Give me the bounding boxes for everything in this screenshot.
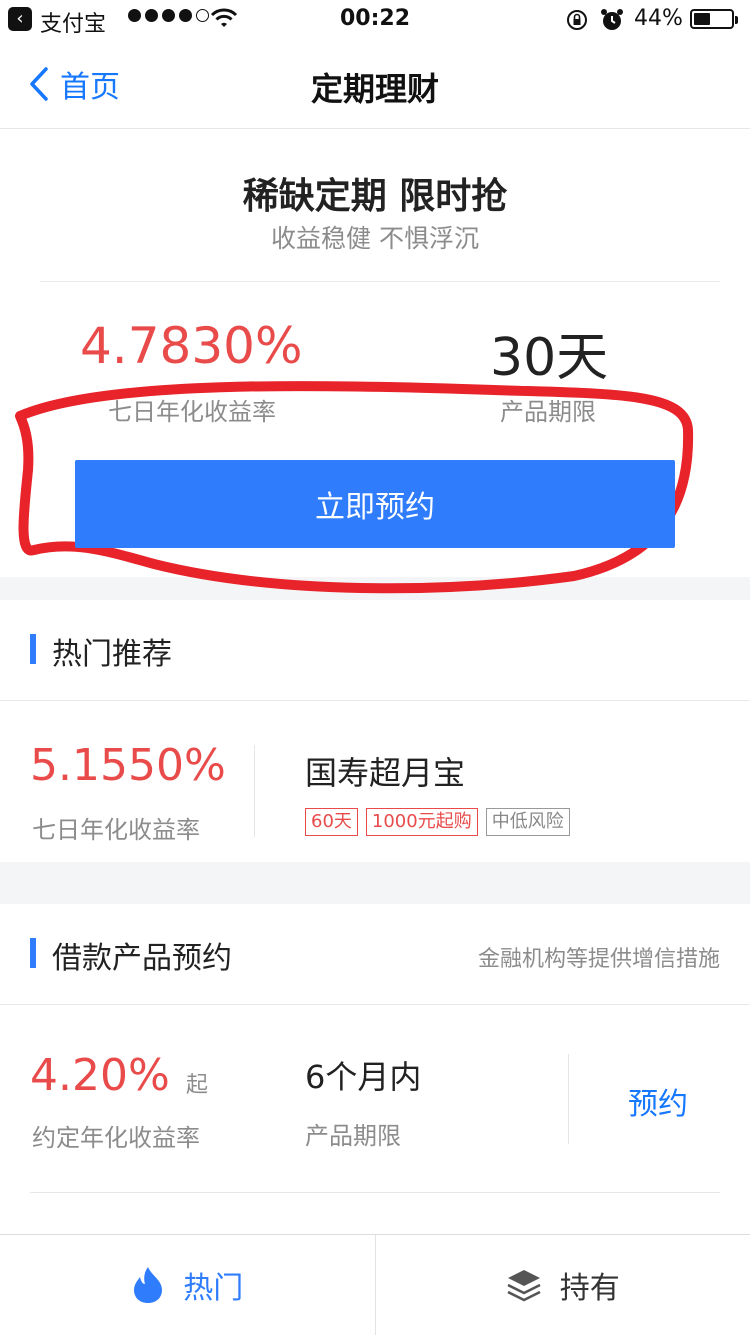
divider: [40, 281, 720, 282]
tag-risk: 中低风险: [486, 808, 570, 836]
section-accent-bar: [30, 938, 36, 968]
loan-rate-label: 约定年化收益率: [32, 1118, 200, 1153]
section-note: 金融机构等提供增信措施: [478, 941, 720, 973]
featured-title: 稀缺定期 限时抢: [0, 167, 750, 219]
loan-product-section: 借款产品预约 金融机构等提供增信措施 4.20% 起 约定年化收益率 6个月内 …: [0, 904, 750, 1234]
hot-product-name[interactable]: 国寿超月宝: [305, 748, 465, 794]
flame-icon: [131, 1266, 165, 1304]
featured-term: 30天: [490, 315, 608, 390]
loan-rate-suffix: 起: [186, 1067, 208, 1099]
tab-label: 热门: [183, 1263, 243, 1307]
section-title: 热门推荐: [52, 629, 172, 673]
battery-percent: 44%: [634, 6, 683, 31]
status-bar: ‹ 支付宝 00:22 44%: [0, 0, 750, 40]
divider: [568, 1054, 569, 1144]
tab-bar: 热门 持有: [0, 1234, 750, 1335]
hot-recommendation-section: 热门推荐 5.1550% 七日年化收益率 国寿超月宝 60天 1000元起购 中…: [0, 600, 750, 862]
page-title: 定期理财: [0, 64, 750, 110]
loan-term-label: 产品期限: [305, 1116, 401, 1151]
product-tags: 60天 1000元起购 中低风险: [305, 808, 570, 836]
featured-rate: 4.7830%: [80, 317, 302, 375]
loan-rate: 4.20%: [30, 1050, 170, 1101]
hot-product-rate-label: 七日年化收益率: [32, 810, 200, 845]
section-accent-bar: [30, 634, 36, 664]
tab-label: 持有: [560, 1263, 620, 1307]
featured-product-card: 稀缺定期 限时抢 收益稳健 不惧浮沉 4.7830% 七日年化收益率 30天 产…: [0, 129, 750, 577]
featured-subtitle: 收益稳健 不惧浮沉: [0, 219, 750, 255]
nav-bar: 首页 定期理财: [0, 40, 750, 129]
alarm-icon: [600, 8, 624, 32]
loan-term: 6个月内: [305, 1052, 421, 1098]
featured-rate-label: 七日年化收益率: [108, 392, 276, 427]
section-header: 热门推荐: [0, 600, 750, 701]
layers-icon: [506, 1268, 542, 1302]
reserve-button[interactable]: 预约: [628, 1079, 688, 1123]
tab-holdings[interactable]: 持有: [375, 1235, 750, 1335]
featured-term-label: 产品期限: [500, 392, 596, 427]
rotation-lock-icon: [566, 9, 588, 31]
hot-product-rate[interactable]: 5.1550%: [30, 740, 226, 791]
tag-min-purchase: 1000元起购: [366, 808, 478, 836]
battery-icon: [690, 9, 734, 29]
divider: [30, 1192, 720, 1193]
tag-term: 60天: [305, 808, 358, 836]
section-title: 借款产品预约: [52, 933, 232, 977]
divider: [254, 745, 255, 837]
section-header: 借款产品预约 金融机构等提供增信措施: [0, 904, 750, 1005]
tab-hot[interactable]: 热门: [0, 1235, 375, 1335]
reserve-now-button[interactable]: 立即预约: [75, 460, 675, 548]
